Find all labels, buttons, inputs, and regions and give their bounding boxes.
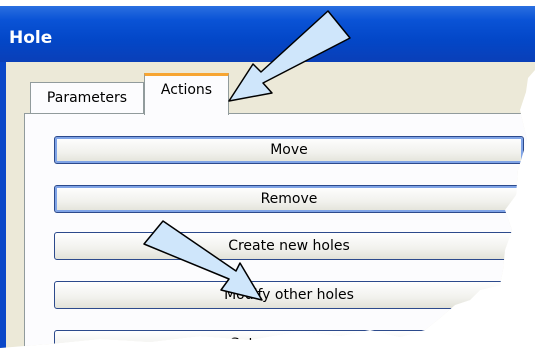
annotation-arrows <box>143 10 351 301</box>
arrow-to-modify-button-icon <box>143 220 263 301</box>
arrow-to-actions-tab-icon <box>228 10 351 102</box>
